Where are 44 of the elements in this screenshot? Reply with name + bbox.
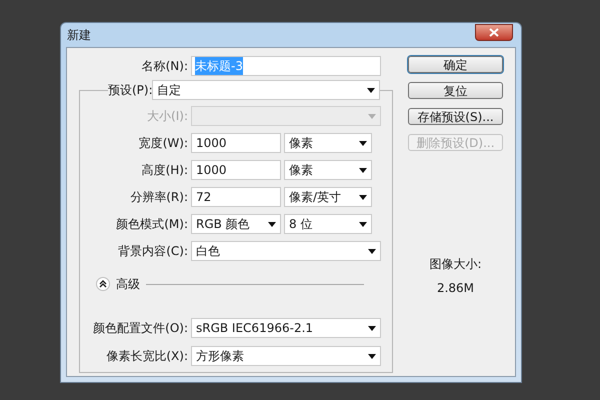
dropdown[interactable]: 像素 [284,133,372,153]
field-label: 背景内容(C): [117,243,189,260]
dropdown-caret-icon [368,114,376,118]
dropdown[interactable]: 8 位 [284,214,372,234]
dropdown[interactable]: 方形像素 [191,346,381,366]
close-button[interactable] [475,24,513,40]
dropdown-caret-icon [359,194,367,200]
dropdown-caret-icon [368,326,376,330]
dropdown[interactable]: 自定 [152,80,380,100]
field-label: 高度(H): [140,162,189,179]
dropdown-caret-icon [359,222,367,226]
dropdown[interactable]: sRGB IEC61966-2.1 [191,318,381,338]
double-chevron-up-icon [99,280,107,288]
field-label: 大小(I): [146,108,189,125]
dialog-button[interactable]: 存储预设(S)... [408,108,503,125]
dropdown-caret-icon [268,222,276,226]
section-label: 高级 [116,276,140,293]
field-label: 名称(N): [140,58,189,75]
dropdown[interactable]: 像素 [284,160,372,180]
collapse-button[interactable] [96,277,110,291]
image-size-value: 2.86M [436,280,474,297]
dialog-button[interactable]: 确定 [408,56,503,73]
field-label: 分辨率(R): [129,189,189,206]
field-label: 宽度(W): [138,135,189,152]
dropdown-caret-icon [367,88,375,92]
window-title: 新建 [67,27,91,44]
input-field[interactable]: 1000 [191,133,281,153]
close-icon [489,28,499,36]
dropdown[interactable]: 白色 [191,241,381,261]
dialog-button[interactable]: 复位 [408,82,503,99]
dropdown-caret-icon [359,168,367,172]
field-label: 预设(P): [108,81,152,99]
name-value: 未标题-3 [195,57,243,75]
field-label: 颜色配置文件(O): [92,320,189,337]
input-field[interactable]: 72 [191,187,281,207]
field-label: 像素长宽比(X): [105,348,189,365]
field-label: 颜色模式(M): [115,216,189,233]
image-size-label: 图像大小: [429,256,482,273]
input-field[interactable]: 1000 [191,160,281,180]
dropdown-caret-icon [359,140,367,146]
dropdown[interactable]: 像素/英寸 [284,187,372,207]
dropdown-caret-icon [368,354,376,358]
dropdown[interactable]: RGB 颜色 [191,214,281,234]
dropdown-caret-icon [368,248,376,254]
